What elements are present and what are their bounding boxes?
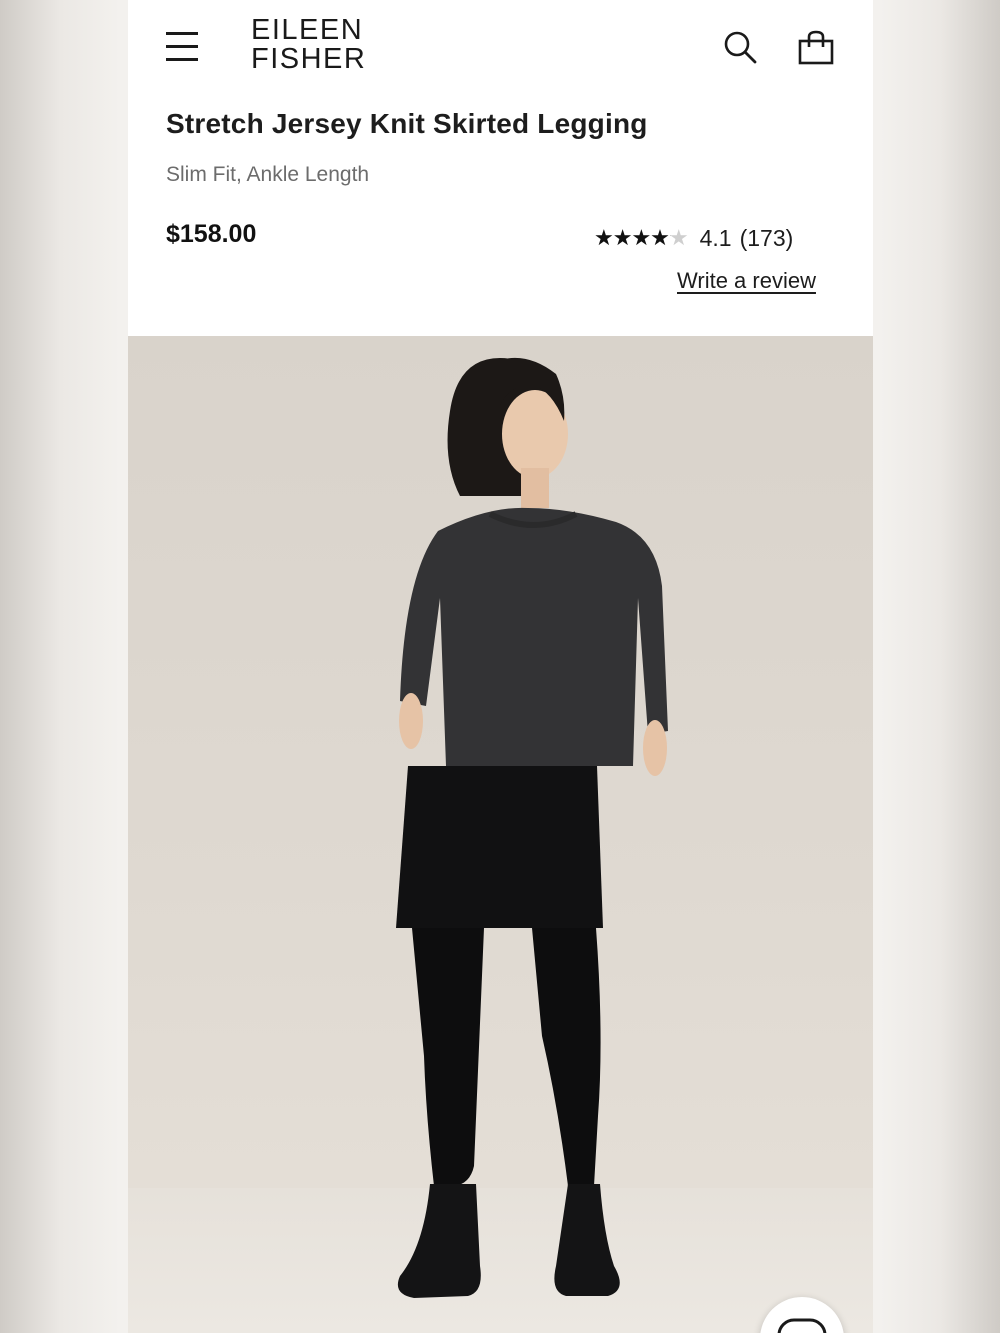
search-button[interactable] [722,29,760,67]
product-price: $158.00 [166,220,257,248]
rating-value: 4.1 [699,224,732,251]
rating-count: (173) [739,224,794,251]
product-rating[interactable]: ★★★★★ ★★★★★ 4.1 (173) [594,224,793,252]
star-rating-icon: ★★★★★ ★★★★★ [594,225,689,250]
shopping-bag-button[interactable] [796,29,836,69]
menu-icon-bar [166,45,198,48]
model-figure [396,357,668,1298]
shopping-bag-icon [798,30,834,65]
brand-logo-line2: FISHER [251,43,367,75]
product-photo[interactable] [128,336,873,1333]
brand-logo-line1: EILEEN [251,14,364,46]
site-header: EILEEN FISHER [128,0,873,100]
mobile-page: EILEEN FISHER Stretch Jersey Knit Skirte… [128,0,873,1333]
product-title: Stretch Jersey Knit Skirted Legging [166,108,648,139]
menu-icon-bar [166,32,198,35]
menu-button[interactable] [166,28,200,64]
brand-logo[interactable]: EILEEN FISHER [251,16,366,74]
search-icon [724,31,757,64]
menu-icon-bar [166,58,198,61]
product-subtitle: Slim Fit, Ankle Length [166,163,370,186]
write-review-link[interactable]: Write a review [677,268,816,294]
chat-bubble-icon [777,1318,827,1333]
